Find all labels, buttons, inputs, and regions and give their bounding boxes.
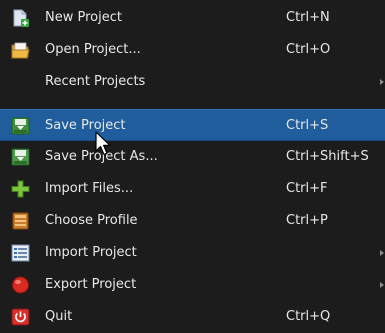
menu-item-recent-projects[interactable]: Recent Projects	[0, 66, 385, 98]
menu-item-label: Open Project...	[45, 42, 141, 57]
profile-icon	[11, 212, 30, 230]
menu-item-shortcut: Ctrl+P	[286, 213, 328, 228]
menu-item-save-project[interactable]: Save Project Ctrl+S	[0, 109, 385, 141]
menu-item-import-project[interactable]: Import Project	[0, 237, 385, 269]
list-icon	[11, 244, 30, 262]
menu-item-label: Choose Profile	[45, 213, 138, 228]
menu-item-shortcut: Ctrl+S	[286, 118, 329, 133]
submenu-arrow-icon	[380, 250, 384, 256]
submenu-arrow-icon	[380, 282, 384, 288]
file-menu: New Project Ctrl+N Open Project... Ctrl+…	[0, 0, 385, 332]
menu-item-label: Import Files...	[45, 181, 134, 196]
menu-item-label: Export Project	[45, 277, 137, 292]
menu-item-export-project[interactable]: Export Project	[0, 269, 385, 301]
menu-item-shortcut: Ctrl+Q	[286, 309, 331, 324]
menu-item-label: Import Project	[45, 245, 137, 260]
save-icon	[11, 117, 30, 135]
menu-item-label: Save Project	[45, 118, 126, 133]
plus-icon	[11, 180, 30, 198]
save-as-icon	[11, 148, 30, 166]
new-project-icon	[11, 9, 30, 27]
menu-item-new-project[interactable]: New Project Ctrl+N	[0, 2, 385, 34]
folder-open-icon	[11, 41, 30, 59]
menu-item-label: Quit	[45, 309, 73, 324]
menu-item-shortcut: Ctrl+N	[286, 10, 330, 25]
submenu-arrow-icon	[380, 79, 384, 85]
menu-item-import-files[interactable]: Import Files... Ctrl+F	[0, 173, 385, 205]
menu-item-open-project[interactable]: Open Project... Ctrl+O	[0, 34, 385, 66]
menu-item-shortcut: Ctrl+F	[286, 181, 328, 196]
menu-item-shortcut: Ctrl+O	[286, 42, 331, 57]
menu-item-shortcut: Ctrl+Shift+S	[286, 149, 369, 164]
menu-item-label: Save Project As...	[45, 149, 158, 164]
menu-item-label: New Project	[45, 10, 122, 25]
menu-item-quit[interactable]: Quit Ctrl+Q	[0, 301, 385, 333]
power-icon	[11, 308, 30, 326]
menu-item-label: Recent Projects	[45, 74, 146, 89]
menu-item-save-project-as[interactable]: Save Project As... Ctrl+Shift+S	[0, 141, 385, 173]
menu-item-choose-profile[interactable]: Choose Profile Ctrl+P	[0, 205, 385, 237]
red-circle-icon	[11, 276, 30, 294]
